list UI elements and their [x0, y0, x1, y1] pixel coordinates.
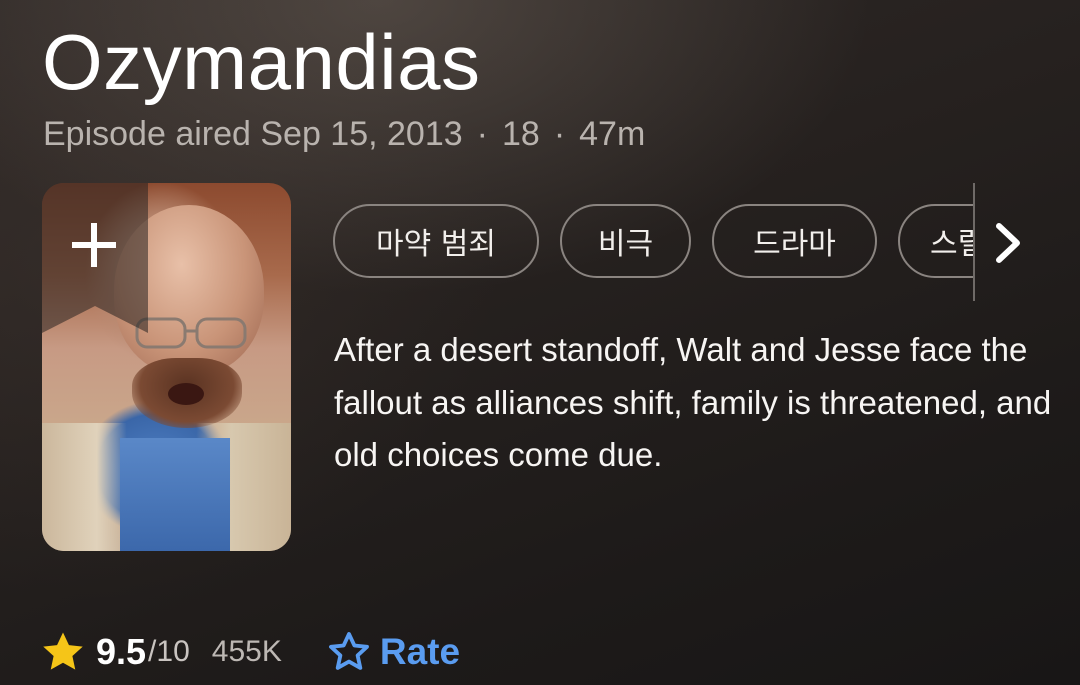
episode-description: After a desert standoff, Walt and Jesse …: [334, 331, 1052, 473]
rate-label: Rate: [379, 631, 461, 672]
star-outline-icon: [328, 632, 369, 670]
genre-chip-0[interactable]: 마약 범죄: [333, 204, 539, 278]
genre-chip-3[interactable]: 스릴: [898, 204, 974, 278]
chips-divider: [973, 183, 975, 301]
genre-chip-1[interactable]: 비극: [560, 204, 691, 278]
episode-title: Ozymandias: [42, 18, 481, 106]
genre-chip-2[interactable]: 드라마: [712, 204, 877, 278]
rating-score: 9.5: [96, 631, 147, 672]
runtime: 47m: [579, 115, 646, 153]
rating-max: /10: [148, 635, 190, 668]
aired-date: Episode aired Sep 15, 2013: [43, 115, 463, 153]
genre-chips: 마약 범죄 비극 드라마 스릴: [333, 203, 974, 281]
plus-icon[interactable]: [66, 217, 122, 273]
episode-poster[interactable]: [42, 183, 291, 551]
rate-button[interactable]: Rate: [326, 629, 460, 675]
poster-figure-shirt: [120, 438, 230, 551]
age-rating: 18: [501, 115, 540, 153]
star-filled-icon: [43, 632, 83, 670]
episode-meta: Episode aired Sep 15, 2013 · 18 · 47m: [43, 113, 645, 155]
meta-separator: ·: [476, 115, 488, 153]
chevron-right-icon[interactable]: [985, 218, 1031, 268]
rating-row: 9.5/10 455K Rate: [40, 624, 460, 680]
rating-votes: 455K: [211, 635, 282, 668]
poster-figure-mouth: [168, 383, 204, 405]
meta-separator: ·: [553, 115, 566, 153]
